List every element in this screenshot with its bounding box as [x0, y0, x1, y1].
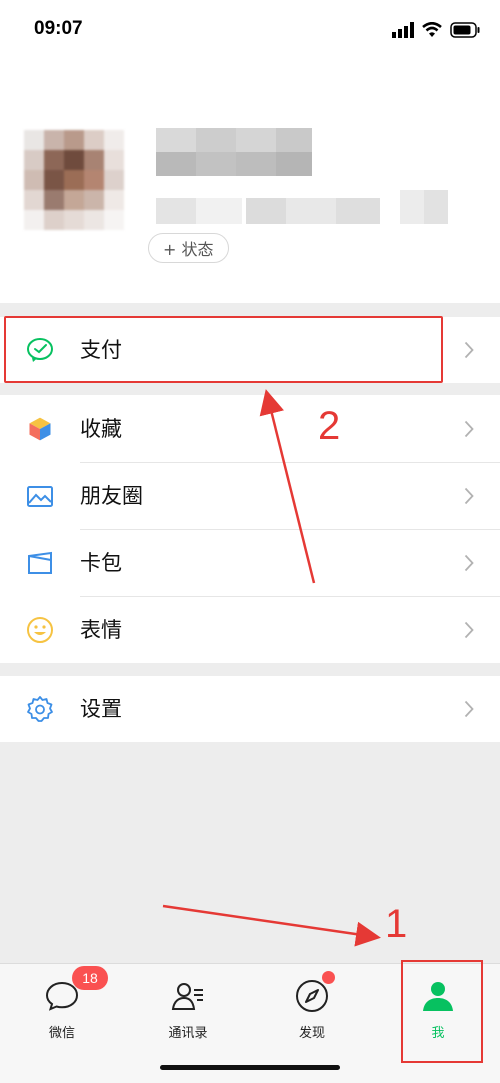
status-time: 09:07 — [34, 18, 83, 39]
tab-discover[interactable]: 发现 — [262, 972, 362, 1062]
chevron-right-icon — [464, 621, 474, 639]
tab-chats[interactable]: 18 微信 — [12, 966, 112, 1062]
chevron-right-icon — [464, 341, 474, 359]
chevron-right-icon — [464, 554, 474, 572]
menu-group-settings: 设置 — [0, 676, 500, 742]
menu-item-stickers[interactable]: 表情 — [0, 596, 500, 664]
menu-item-cards[interactable]: 卡包 — [0, 529, 500, 597]
tab-contacts-label: 通讯录 — [168, 1026, 208, 1041]
menu-item-settings[interactable]: 设置 — [0, 676, 500, 742]
home-indicator — [160, 1065, 340, 1070]
menu-item-cards-label: 卡包 — [80, 551, 122, 575]
contacts-icon — [171, 983, 203, 1010]
battery-icon — [450, 22, 480, 38]
status-icons — [392, 21, 480, 39]
card-wallet-icon — [28, 551, 52, 574]
annotation-highlight-box — [4, 316, 443, 383]
chevron-right-icon — [464, 420, 474, 438]
discover-new-dot — [322, 971, 335, 984]
menu-item-favorites[interactable]: 收藏 — [0, 395, 500, 463]
menu-item-stickers-label: 表情 — [80, 618, 122, 642]
annotation-step-1: 1 — [385, 902, 408, 946]
wifi-icon — [422, 22, 442, 37]
unread-badge: 18 — [72, 966, 108, 990]
tab-discover-label: 发现 — [298, 1026, 325, 1041]
status-button-label: + 状态 — [163, 240, 214, 259]
menu-item-favorites-label: 收藏 — [80, 417, 122, 441]
smiley-icon — [27, 617, 53, 643]
add-status-button[interactable]: + 状态 — [148, 233, 229, 263]
tab-contacts[interactable]: 通讯录 — [138, 972, 238, 1062]
chevron-right-icon — [464, 700, 474, 718]
annotation-me-tab-box — [401, 960, 483, 1063]
profile-header[interactable]: + 状态 — [0, 60, 500, 303]
chevron-right-icon — [464, 487, 474, 505]
compass-icon — [296, 980, 328, 1012]
tab-chats-label: 微信 — [48, 1026, 75, 1041]
annotation-arrow-to-me-tab — [162, 904, 381, 947]
menu-item-settings-label: 设置 — [80, 697, 122, 721]
cube-icon — [28, 416, 52, 442]
menu-item-moments-label: 朋友圈 — [80, 484, 143, 508]
picture-icon — [27, 486, 53, 507]
menu-item-moments[interactable]: 朋友圈 — [0, 462, 500, 530]
menu-group-main: 收藏 朋友圈 卡包 表情 — [0, 395, 500, 663]
cellular-signal-icon — [392, 22, 414, 38]
gear-icon — [27, 696, 53, 722]
status-bar: 09:07 — [0, 0, 500, 60]
annotation-step-2: 2 — [318, 404, 341, 448]
avatar[interactable] — [24, 130, 124, 230]
